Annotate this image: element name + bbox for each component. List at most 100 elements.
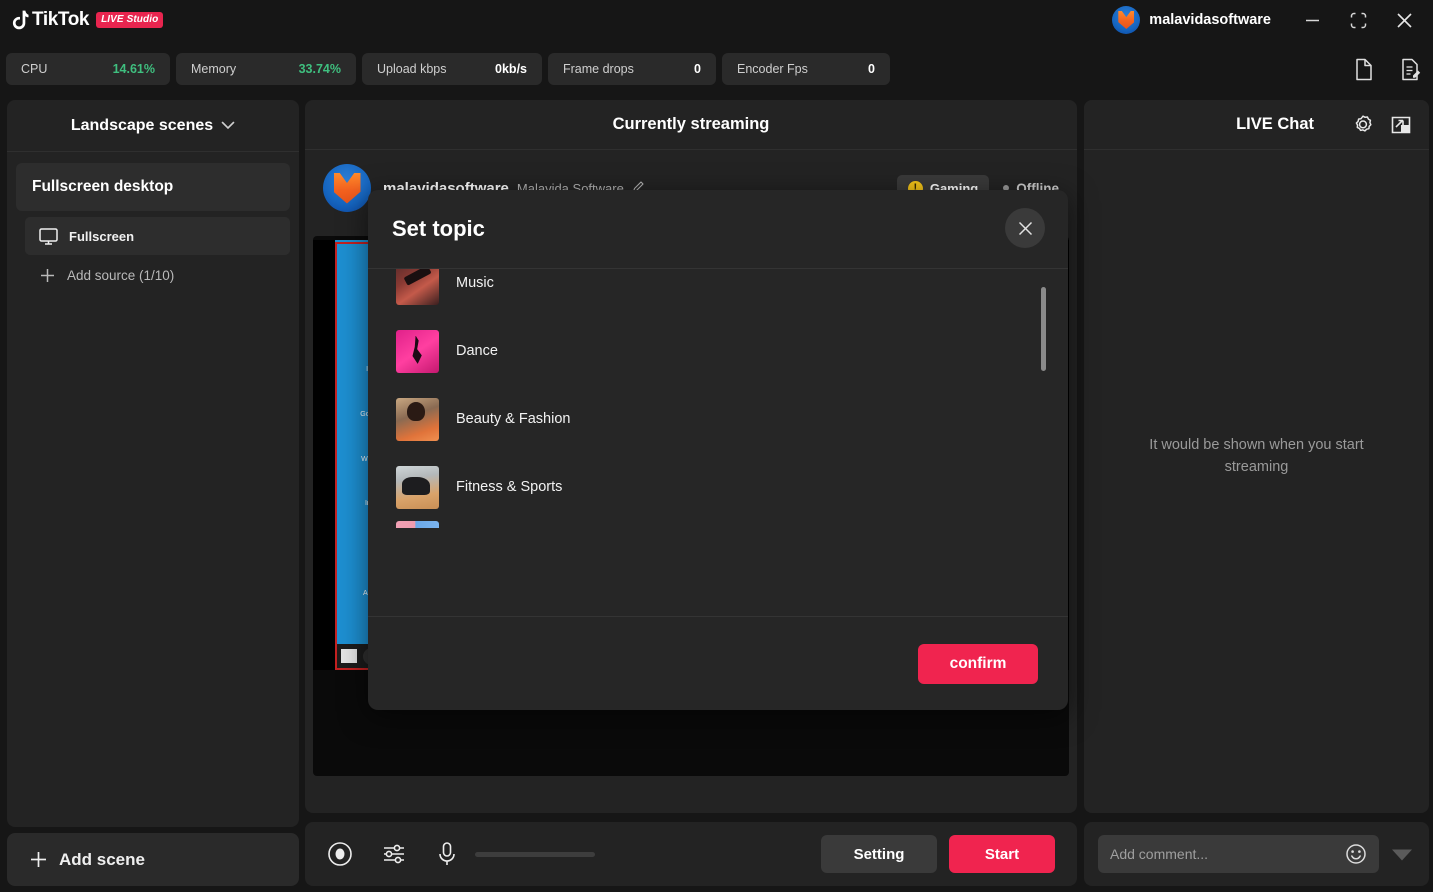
stat-label: Memory — [191, 62, 236, 76]
confirm-label: confirm — [950, 655, 1007, 673]
topic-item-beauty-fashion[interactable]: Beauty & Fashion — [396, 385, 1040, 453]
stat-memory: Memory 33.74% — [176, 53, 356, 85]
tiktok-note-icon — [10, 10, 29, 31]
stat-value: 0kb/s — [495, 62, 527, 76]
chevron-down-icon — [221, 121, 235, 130]
topic-thumbnail — [396, 269, 439, 305]
topic-list-scrollbar[interactable] — [1041, 277, 1046, 608]
microphone-button[interactable] — [435, 841, 459, 867]
windows-start-icon — [341, 649, 357, 663]
stat-value: 0 — [868, 62, 875, 76]
add-scene-button[interactable]: Add scene — [7, 833, 299, 886]
add-source-button[interactable]: Add source (1/10) — [25, 255, 290, 295]
app-brand: TikTok LIVE Studio — [0, 9, 163, 31]
topic-label: Fitness & Sports — [456, 479, 562, 495]
document-button[interactable] — [1349, 54, 1379, 84]
dialog-title: Set topic — [392, 216, 485, 242]
minimize-icon — [1304, 12, 1321, 29]
chat-empty-state: It would be shown when you start streami… — [1084, 100, 1429, 813]
stream-controls-bar: Setting Start — [305, 822, 1077, 886]
stat-cpu: CPU 14.61% — [6, 53, 170, 85]
maximize-icon — [1349, 11, 1368, 30]
topic-item-fitness-sports[interactable]: Fitness & Sports — [396, 453, 1040, 521]
scenes-panel: Landscape scenes Fullscreen desktop Full… — [7, 100, 299, 827]
scene-item-label: Fullscreen desktop — [32, 178, 173, 196]
start-button[interactable]: Start — [949, 835, 1055, 873]
set-topic-dialog: Set topic Music — [368, 190, 1068, 710]
stat-frame-drops: Frame drops 0 — [548, 53, 716, 85]
live-chat-header: LIVE Chat — [1084, 100, 1429, 150]
chat-empty-message: It would be shown when you start streami… — [1126, 435, 1387, 479]
stat-value: 14.61% — [113, 62, 155, 76]
dialog-close-button[interactable] — [1005, 208, 1045, 248]
live-studio-badge: LIVE Studio — [96, 12, 163, 28]
dialog-footer: confirm — [368, 616, 1068, 710]
live-chat-panel: It would be shown when you start streami… — [1084, 100, 1429, 813]
window-controls-area: malavidasoftware — [1112, 0, 1433, 40]
stat-label: Frame drops — [563, 62, 634, 76]
statsbar-tools — [1349, 40, 1425, 98]
stat-value: 33.74% — [299, 62, 341, 76]
source-item-label: Fullscreen — [69, 229, 134, 244]
edit-document-icon — [1400, 58, 1421, 81]
source-list: Fullscreen Add source (1/10) — [25, 217, 290, 295]
stat-value: 0 — [694, 62, 701, 76]
confirm-button[interactable]: confirm — [918, 644, 1038, 684]
microphone-icon — [435, 841, 459, 867]
topic-thumbnail — [396, 521, 439, 528]
audio-mixer-button[interactable] — [381, 841, 407, 867]
tiktok-live-studio-window: TikTok LIVE Studio malavidasoftware — [0, 0, 1433, 892]
record-button[interactable] — [327, 841, 353, 867]
topic-thumbnail — [396, 330, 439, 373]
brand-name: TikTok — [32, 9, 89, 31]
stream-header: Currently streaming — [305, 100, 1077, 150]
topic-thumbnail — [396, 466, 439, 509]
chat-settings-button[interactable] — [1352, 114, 1374, 136]
add-source-label: Add source (1/10) — [67, 268, 174, 283]
setting-label: Setting — [854, 846, 905, 863]
send-icon — [1389, 841, 1415, 867]
topic-list-scroll[interactable]: Music Dance Beauty & Fashion Fitness & S… — [396, 269, 1040, 616]
emoji-icon[interactable] — [1345, 843, 1367, 865]
close-icon — [1395, 11, 1414, 30]
chat-input-bar — [1084, 822, 1429, 886]
stat-label: CPU — [21, 62, 47, 76]
stat-label: Encoder Fps — [737, 62, 808, 76]
account-chip[interactable]: malavidasoftware — [1112, 6, 1271, 34]
scenes-header[interactable]: Landscape scenes — [7, 100, 299, 152]
topic-list: Music Dance Beauty & Fashion Fitness & S… — [396, 269, 1040, 551]
scenes-header-label: Landscape scenes — [71, 117, 213, 135]
topic-label: Music — [456, 275, 494, 291]
avatar — [323, 164, 371, 212]
popout-icon — [1390, 114, 1412, 136]
scene-item-fullscreen-desktop[interactable]: Fullscreen desktop — [16, 163, 290, 211]
close-icon — [1016, 219, 1035, 238]
topic-label: Dance — [456, 343, 498, 359]
start-label: Start — [985, 846, 1019, 863]
stream-header-label: Currently streaming — [613, 115, 770, 134]
close-button[interactable] — [1381, 0, 1427, 40]
setting-button[interactable]: Setting — [821, 835, 937, 873]
source-item-fullscreen[interactable]: Fullscreen — [25, 217, 290, 255]
stat-encoder-fps: Encoder Fps 0 — [722, 53, 890, 85]
topic-item[interactable] — [396, 521, 1040, 551]
record-icon — [327, 841, 353, 867]
edit-document-button[interactable] — [1395, 54, 1425, 84]
maximize-button[interactable] — [1335, 0, 1381, 40]
minimize-button[interactable] — [1289, 0, 1335, 40]
scrollbar-thumb[interactable] — [1041, 287, 1046, 371]
chat-popout-button[interactable] — [1390, 114, 1412, 136]
dialog-header: Set topic — [368, 190, 1068, 269]
topic-item-music[interactable]: Music — [396, 269, 1040, 317]
document-icon — [1354, 58, 1374, 81]
topic-item-dance[interactable]: Dance — [396, 317, 1040, 385]
tiktok-logo: TikTok — [10, 9, 89, 31]
avatar — [1112, 6, 1140, 34]
title-bar: TikTok LIVE Studio malavidasoftware — [0, 0, 1433, 40]
comment-input[interactable] — [1110, 846, 1345, 862]
plus-icon — [29, 850, 48, 869]
monitor-icon — [39, 228, 58, 245]
send-comment-button[interactable] — [1389, 841, 1415, 867]
microphone-volume-slider[interactable] — [475, 852, 595, 857]
comment-input-wrapper[interactable] — [1098, 835, 1379, 873]
